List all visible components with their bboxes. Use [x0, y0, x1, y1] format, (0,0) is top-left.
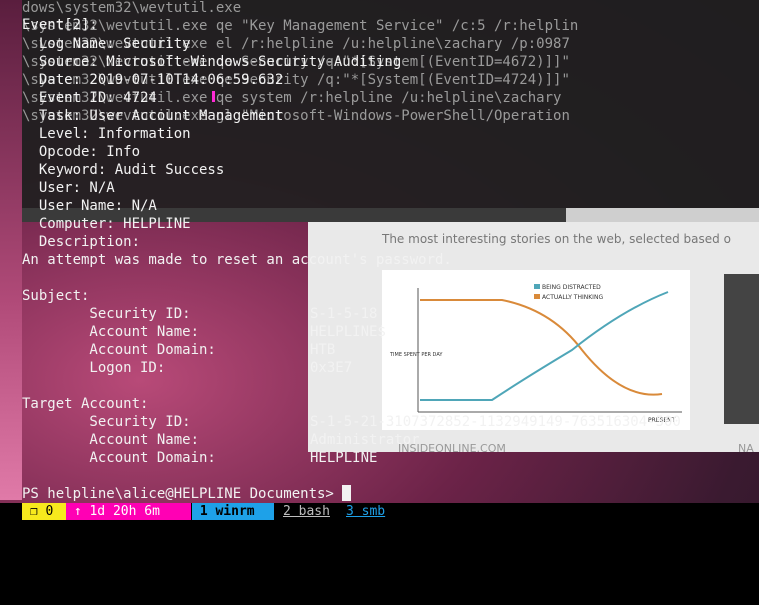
event-date: Date: 2019-07-10T14:06:59.632	[22, 72, 284, 88]
prompt-line[interactable]: PS helpline\alice@HELPLINE Documents>	[22, 485, 352, 503]
window-tab-active[interactable]: 1 winrm	[192, 503, 274, 520]
uptime-indicator: ↑ 1d 20h 6m	[66, 503, 191, 520]
subject-key: Account Name:	[22, 324, 200, 340]
event-level: Level: Information	[22, 126, 191, 142]
subject-key: Account Domain:	[22, 342, 216, 358]
target-key: Account Name:	[22, 432, 200, 448]
session-indicator: ❐ 0	[22, 503, 66, 520]
text-cursor	[342, 485, 352, 501]
shell-prompt: PS helpline\alice@HELPLINE Documents>	[22, 486, 343, 502]
tmux-status-bar: ❐ 0 ↑ 1d 20h 6m 1 winrm 2 bash 3 smb	[0, 503, 759, 520]
subject-key: Security ID:	[22, 306, 191, 322]
target-key: Account Domain:	[22, 450, 216, 466]
event-description-label: Description:	[22, 234, 141, 250]
target-key: Security ID:	[22, 414, 191, 430]
event-header: Event[2]:	[22, 17, 98, 33]
terminal-output[interactable]: Event[2]: Log Name: Security Source: Mic…	[22, 0, 759, 503]
target-account-label: Target Account:	[22, 396, 149, 412]
event-user-name: User Name: N/A	[22, 198, 157, 214]
subject-value: HELPLINE$	[310, 324, 386, 340]
target-value: HELPLINE	[310, 450, 378, 466]
subject-key: Logon ID:	[22, 360, 166, 376]
target-value: Administrator	[310, 432, 420, 448]
cursor-artifact	[212, 91, 215, 102]
target-value: S-1-5-21-3107372852-1132949149-763516304…	[310, 414, 681, 430]
event-user: User: N/A	[22, 180, 115, 196]
subject-value: 0x3E7	[310, 360, 353, 376]
event-log-name: Log Name: Security	[22, 36, 191, 52]
event-description: An attempt was made to reset an account'…	[22, 252, 452, 268]
window-tab[interactable]: 3 smb	[346, 503, 385, 520]
event-id: Event ID: 4724	[22, 90, 157, 106]
event-opcode: Opcode: Info	[22, 144, 141, 160]
event-keyword: Keyword: Audit Success	[22, 162, 225, 178]
subject-value: S-1-5-18	[310, 306, 378, 322]
event-task: Task: User Account Management	[22, 108, 284, 124]
subject-label: Subject:	[22, 288, 90, 304]
desktop-wallpaper-strip	[0, 0, 22, 500]
subject-value: HTB	[310, 342, 336, 358]
event-source: Source: Microsoft-Windows-Security-Audit…	[22, 54, 402, 70]
window-tab[interactable]: 2 bash	[283, 503, 330, 520]
event-computer: Computer: HELPLINE	[22, 216, 191, 232]
